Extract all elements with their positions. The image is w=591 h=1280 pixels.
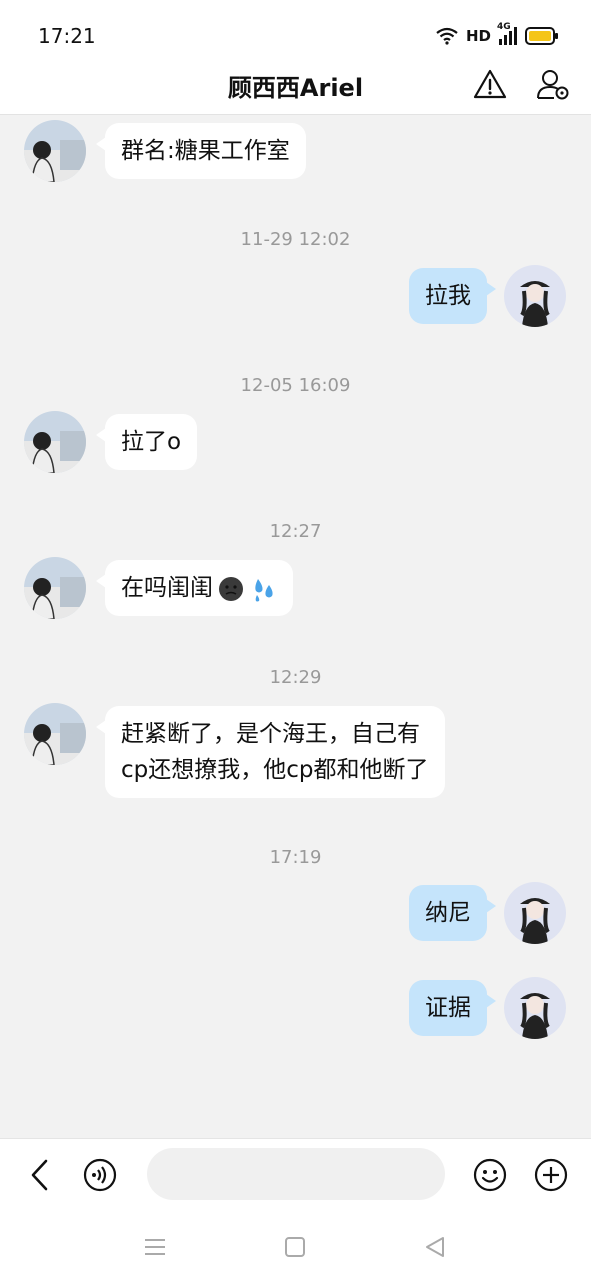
message-input[interactable] [147, 1148, 445, 1200]
status-time: 17:21 [38, 24, 96, 48]
message-bubble-incoming[interactable]: 拉了o [95, 414, 198, 470]
message-bubble-incoming[interactable]: 在吗闺闺 [96, 560, 293, 616]
timestamp: 17:19 [269, 847, 322, 868]
message-text: 在吗闺闺 [121, 575, 213, 601]
avatar-contact[interactable] [24, 120, 86, 182]
dark-face-emoji-icon [219, 576, 243, 601]
network-label: HD [465, 27, 491, 45]
message-bubble-incoming[interactable]: 群名:糖果工作室 [96, 123, 306, 179]
avatar-contact[interactable] [24, 411, 86, 473]
status-indicators: HD 4G [436, 22, 558, 48]
plus-icon[interactable] [533, 1157, 569, 1193]
message-bubble-outgoing[interactable]: 拉我 [409, 268, 496, 324]
warning-icon[interactable] [472, 66, 508, 102]
battery-icon [525, 27, 558, 45]
avatar-self[interactable] [504, 265, 566, 327]
sweat-droplets-emoji-icon [255, 578, 273, 601]
chat-header: 顾西西Ariel [0, 56, 591, 115]
avatar-contact[interactable] [24, 557, 86, 619]
voice-icon[interactable] [82, 1157, 118, 1193]
signal-type: 4G [497, 22, 511, 32]
timestamp: 11-29 12:02 [240, 229, 351, 250]
timestamp: 12:27 [269, 521, 322, 542]
chat-messages[interactable]: 群名:糖果工作室 11-29 12:02 拉我 12-05 16:09 拉了o … [0, 115, 591, 1138]
emoji-icon[interactable] [472, 1157, 508, 1193]
timestamp: 12-05 16:09 [240, 375, 351, 396]
message-input-bar [0, 1138, 591, 1211]
wifi-icon [436, 27, 458, 45]
battery-fill [529, 31, 551, 41]
back-icon[interactable] [420, 1232, 450, 1262]
message-bubble-outgoing[interactable]: 纳尼 [409, 885, 496, 941]
avatar-contact[interactable] [24, 703, 86, 765]
contact-settings-icon[interactable] [535, 66, 571, 102]
avatar-self[interactable] [504, 882, 566, 944]
signal-icon: 4G [497, 22, 517, 45]
avatar-self[interactable] [504, 977, 566, 1039]
system-nav-bar [0, 1210, 591, 1280]
message-line: cp还想撩我，他cp都和他断了 [121, 757, 429, 783]
menu-icon[interactable] [140, 1232, 170, 1262]
home-icon[interactable] [280, 1232, 310, 1262]
message-bubble-outgoing[interactable]: 证据 [409, 980, 496, 1036]
message-line: 赶紧断了，是个海王，自己有 [121, 721, 420, 747]
back-chevron-icon[interactable] [22, 1157, 58, 1193]
timestamp: 12:29 [269, 667, 322, 688]
message-bubble-incoming[interactable]: 赶紧断了，是个海王，自己有 cp还想撩我，他cp都和他断了 [96, 706, 445, 798]
